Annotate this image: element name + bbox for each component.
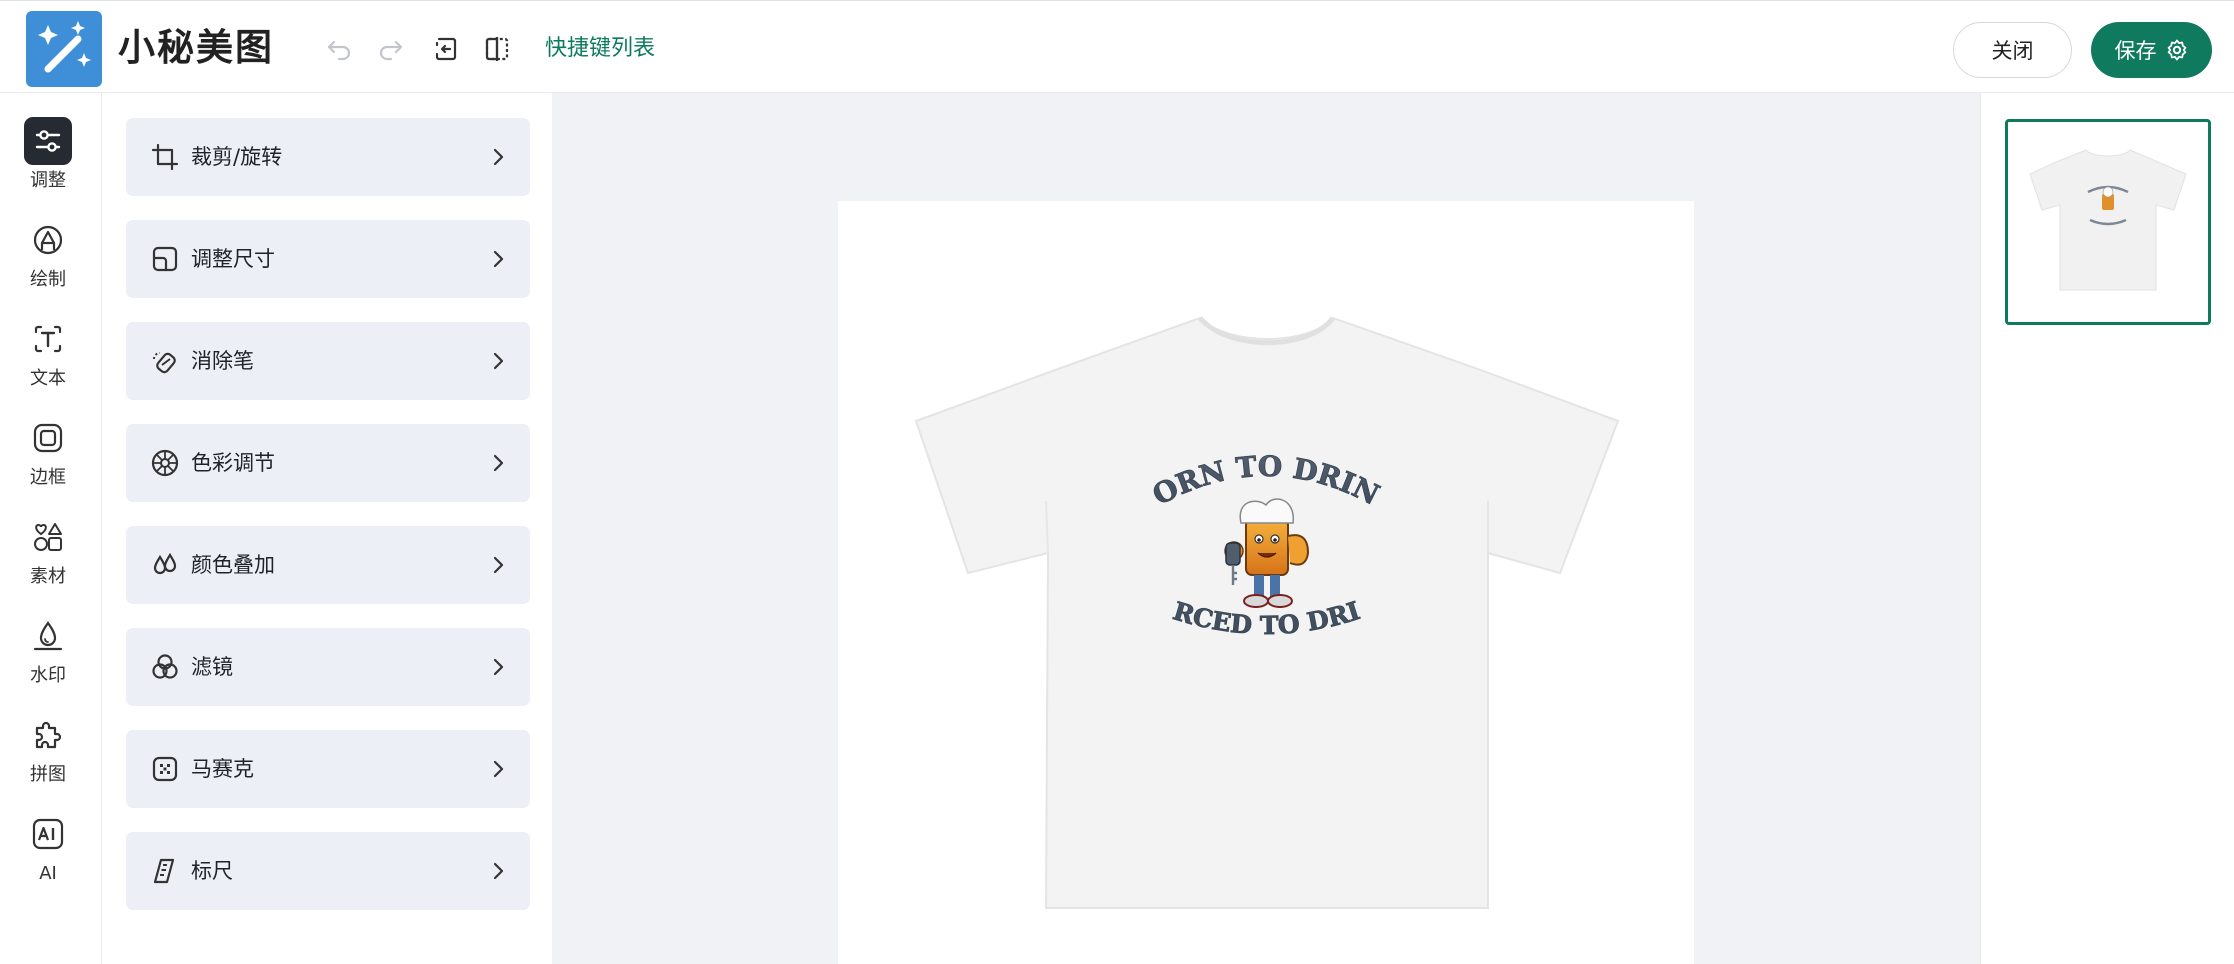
watermark-icon (24, 612, 72, 660)
border-icon (24, 414, 72, 462)
tool-label: 裁剪/旋转 (191, 145, 283, 169)
tool-item-ruler[interactable]: 标尺 (126, 832, 530, 910)
nav-label: 边框 (30, 467, 66, 488)
chevron-right-icon (486, 553, 510, 577)
ai-icon (24, 810, 72, 858)
save-button[interactable]: 保存 (2091, 22, 2212, 78)
tool-label: 消除笔 (191, 349, 254, 373)
tool-item-eraser[interactable]: 消除笔 (126, 322, 530, 400)
redo-icon[interactable] (372, 30, 410, 68)
chevron-right-icon (486, 859, 510, 883)
nav-label: AI (39, 863, 57, 884)
tool-item-crop-rotate[interactable]: 裁剪/旋转 (126, 118, 530, 196)
filter-icon (150, 652, 180, 682)
shortcut-list-link[interactable]: 快捷键列表 (545, 33, 655, 65)
top-bar: 小秘美图 快捷键列表 关闭 保存 (0, 0, 2234, 93)
nav-item-watermark[interactable]: 水印 (0, 612, 96, 702)
chevron-right-icon (486, 349, 510, 373)
tool-panel: 裁剪/旋转 调整尺寸 消除笔 色彩调节 颜色叠加 滤镜 马赛克 标尺 (102, 93, 552, 964)
color-wheel-icon (150, 448, 180, 478)
undo-icon[interactable] (320, 30, 358, 68)
mosaic-icon (150, 754, 180, 784)
eraser-icon (150, 346, 180, 376)
compare-icon[interactable] (478, 30, 516, 68)
tool-item-resize[interactable]: 调整尺寸 (126, 220, 530, 298)
tool-item-mosaic[interactable]: 马赛克 (126, 730, 530, 808)
nav-item-adjust[interactable]: 调整 (0, 117, 96, 207)
chevron-right-icon (486, 145, 510, 169)
tool-item-filter[interactable]: 滤镜 (126, 628, 530, 706)
nav-label: 拼图 (30, 764, 66, 785)
chevron-right-icon (486, 451, 510, 475)
canvas-area[interactable]: BORN TO DRINK (552, 93, 1980, 964)
left-nav: 调整 绘制 文本 边框 素材 水印 拼图 AI (0, 93, 102, 964)
sliders-icon (24, 117, 72, 165)
tool-label: 马赛克 (191, 757, 254, 781)
tool-label: 调整尺寸 (191, 247, 275, 271)
nav-label: 调整 (30, 170, 66, 191)
ruler-icon (150, 856, 180, 886)
tshirt-thumbnail-image (2029, 149, 2187, 291)
nav-item-text[interactable]: 文本 (0, 315, 96, 405)
nav-item-draw[interactable]: 绘制 (0, 216, 96, 306)
tool-label: 色彩调节 (191, 451, 275, 475)
close-button[interactable]: 关闭 (1953, 22, 2072, 78)
magic-wand-icon (38, 21, 91, 73)
tool-label: 标尺 (191, 859, 233, 883)
crop-icon (150, 142, 180, 172)
nav-item-border[interactable]: 边框 (0, 414, 96, 504)
draw-icon (24, 216, 72, 264)
tool-label: 滤镜 (191, 655, 233, 679)
image-canvas[interactable]: BORN TO DRINK (838, 201, 1694, 964)
chevron-right-icon (486, 655, 510, 679)
droplets-icon (150, 550, 180, 580)
nav-item-collage[interactable]: 拼图 (0, 711, 96, 801)
tool-item-color-adjust[interactable]: 色彩调节 (126, 424, 530, 502)
shapes-icon (24, 513, 72, 561)
image-thumbnail[interactable] (2005, 119, 2211, 325)
nav-item-ai[interactable]: AI (0, 810, 96, 900)
gear-icon (2167, 39, 2186, 61)
tool-item-color-overlay[interactable]: 颜色叠加 (126, 526, 530, 604)
tshirt-image: BORN TO DRINK (838, 201, 1620, 909)
puzzle-icon (24, 711, 72, 759)
nav-label: 素材 (30, 566, 66, 587)
chevron-right-icon (486, 247, 510, 271)
tool-label: 颜色叠加 (191, 553, 275, 577)
text-icon (24, 315, 72, 363)
nav-label: 文本 (30, 368, 66, 389)
nav-label: 水印 (30, 665, 66, 686)
restore-icon[interactable] (426, 30, 464, 68)
save-button-label: 保存 (2114, 39, 2157, 63)
right-panel (1980, 93, 2234, 964)
resize-icon (150, 244, 180, 274)
app-title: 小秘美图 (118, 26, 274, 69)
chevron-right-icon (486, 757, 510, 781)
app-logo (26, 11, 102, 87)
nav-item-materials[interactable]: 素材 (0, 513, 96, 603)
nav-label: 绘制 (30, 269, 66, 290)
